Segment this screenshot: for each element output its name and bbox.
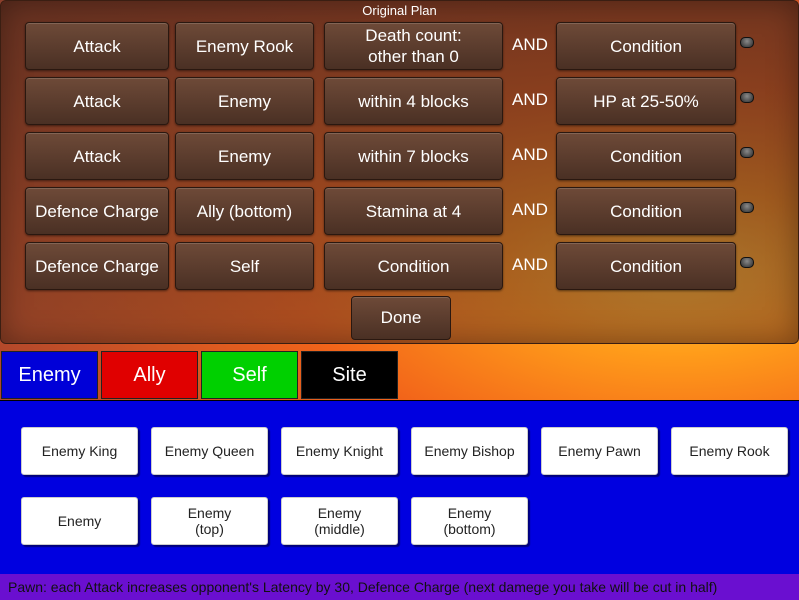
rule-condition1-button[interactable]: within 4 blocks (324, 77, 503, 125)
target-panel: Enemy King Enemy Queen Enemy Knight Enem… (0, 400, 799, 575)
rule-condition1-button[interactable]: Stamina at 4 (324, 187, 503, 235)
tab-enemy[interactable]: Enemy (1, 351, 98, 399)
target-enemy-top-button[interactable]: Enemy (top) (151, 497, 268, 545)
rule-condition1-button[interactable]: Condition (324, 242, 503, 290)
target-enemy-button[interactable]: Enemy (21, 497, 138, 545)
rule-toggle-indicator[interactable] (740, 202, 754, 213)
and-label: AND (512, 200, 548, 219)
rule-toggle-indicator[interactable] (740, 257, 754, 268)
rule-target-button[interactable]: Enemy (175, 132, 314, 180)
tab-ally[interactable]: Ally (101, 351, 198, 399)
tab-self[interactable]: Self (201, 351, 298, 399)
and-label: AND (512, 145, 548, 164)
rule-target-button[interactable]: Enemy (175, 77, 314, 125)
rule-action-button[interactable]: Attack (25, 132, 169, 180)
and-label: AND (512, 90, 548, 109)
rule-condition2-button[interactable]: HP at 25-50% (556, 77, 736, 125)
status-bar: Pawn: each Attack increases opponent's L… (0, 574, 799, 600)
rule-action-button[interactable]: Attack (25, 22, 169, 70)
and-label: AND (512, 255, 548, 274)
target-enemy-bishop-button[interactable]: Enemy Bishop (411, 427, 528, 475)
and-label: AND (512, 35, 548, 54)
rule-action-button[interactable]: Defence Charge (25, 242, 169, 290)
rule-toggle-indicator[interactable] (740, 37, 754, 48)
target-enemy-king-button[interactable]: Enemy King (21, 427, 138, 475)
target-enemy-middle-button[interactable]: Enemy (middle) (281, 497, 398, 545)
rule-action-button[interactable]: Attack (25, 77, 169, 125)
target-enemy-knight-button[interactable]: Enemy Knight (281, 427, 398, 475)
rule-toggle-indicator[interactable] (740, 147, 754, 158)
rule-condition2-button[interactable]: Condition (556, 242, 736, 290)
rule-condition2-button[interactable]: Condition (556, 22, 736, 70)
target-enemy-queen-button[interactable]: Enemy Queen (151, 427, 268, 475)
rule-toggle-indicator[interactable] (740, 92, 754, 103)
rule-condition2-button[interactable]: Condition (556, 132, 736, 180)
rule-target-button[interactable]: Ally (bottom) (175, 187, 314, 235)
target-enemy-bottom-button[interactable]: Enemy (bottom) (411, 497, 528, 545)
rule-target-button[interactable]: Enemy Rook (175, 22, 314, 70)
rule-action-button[interactable]: Defence Charge (25, 187, 169, 235)
plan-title: Original Plan (362, 3, 437, 18)
rule-target-button[interactable]: Self (175, 242, 314, 290)
rule-condition1-button[interactable]: within 7 blocks (324, 132, 503, 180)
rule-condition2-button[interactable]: Condition (556, 187, 736, 235)
plan-panel: Original Plan Attack Enemy Rook Death co… (0, 0, 799, 344)
rule-condition1-button[interactable]: Death count: other than 0 (324, 22, 503, 70)
target-enemy-pawn-button[interactable]: Enemy Pawn (541, 427, 658, 475)
done-button[interactable]: Done (351, 296, 451, 340)
target-enemy-rook-button[interactable]: Enemy Rook (671, 427, 788, 475)
tab-site[interactable]: Site (301, 351, 398, 399)
